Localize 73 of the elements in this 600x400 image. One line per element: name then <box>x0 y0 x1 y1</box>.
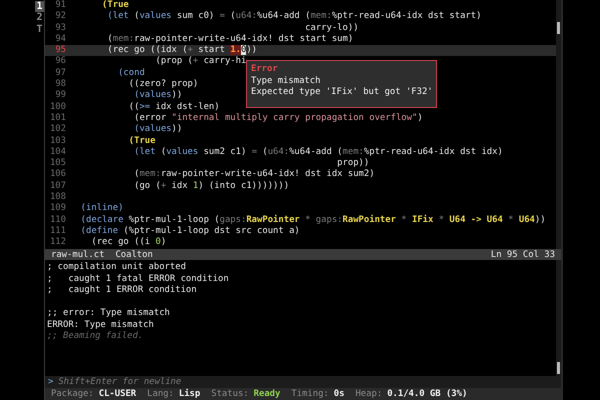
code-line: (error "internal multiply carry propagation overflow") <box>133 112 423 124</box>
tooltip-title: Error <box>251 64 279 76</box>
repl-comment-line: ;; Beaming failed. <box>47 331 144 341</box>
code-line: carry-lo)) <box>304 22 359 34</box>
code-line: (True <box>128 136 156 147</box>
status-label: Status: <box>211 389 249 399</box>
repl-output-line: ;; error: Type mismatch <box>47 308 170 318</box>
status-label: Package: <box>51 389 94 399</box>
line-number: 98 <box>54 79 66 90</box>
scrollbar-thumb[interactable] <box>557 362 560 374</box>
status-value: CL-USER <box>98 389 136 399</box>
line-number: 96 <box>54 56 66 68</box>
line-number: 97 <box>54 68 66 79</box>
code-line: (rec go ((idx (+ start 1.0)) <box>106 45 258 56</box>
line-number: 100 <box>48 102 66 113</box>
buffer-tab[interactable]: 1 <box>35 1 44 12</box>
status-label: Timing: <box>291 389 329 399</box>
code-line: (go (+ idx 1) (into c1))))))) <box>133 180 290 192</box>
line-number: 99 <box>54 90 66 102</box>
code-line: (rec go ((i 0) <box>90 237 166 249</box>
code-line: prop)) <box>336 158 370 169</box>
tooltip-text: Expected type 'IFix' but got 'F32' <box>251 87 432 98</box>
line-number: 93 <box>54 22 66 34</box>
code-line: (prop (+ carry-hi <box>154 56 246 68</box>
code-line: (values)) <box>133 90 182 102</box>
cursor-position: Ln 95 Col 33 <box>490 250 555 260</box>
buffer-tab[interactable]: 2 <box>35 12 44 24</box>
status-label: Lang: <box>147 389 174 399</box>
status-value: 0.1/4.0 GB (3%) <box>387 389 468 399</box>
code-line: ((zero? prop) <box>128 79 198 90</box>
line-number: 103 <box>48 136 66 147</box>
repl-output-line: ERROR: Type mismatch <box>47 320 154 330</box>
code-line: (declare %ptr-mul-1-loop (gaps:RawPointer * gaps:RawPointer * IFix * U64 -> U64 * U64)) <box>80 214 546 226</box>
code-line: (values)) <box>133 124 182 136</box>
status-value: Ready <box>254 389 280 399</box>
line-number: 110 <box>48 214 66 226</box>
code-line: (True <box>101 0 129 11</box>
code-line: (mem:raw-pointer-write-u64-idx! dst start sum) <box>106 34 354 45</box>
repl-input-field[interactable]: Shift+Enter for newline <box>58 377 561 387</box>
line-number: 94 <box>54 34 66 45</box>
scrollbar-thumb[interactable] <box>557 22 560 34</box>
prompt-icon: > <box>48 377 54 387</box>
code-line: (let (values sum c0) = (u64:%u64-add (mem:%ptr-read-u64-idx dst start) <box>106 11 482 23</box>
repl-output-line: ; caught 1 ERROR condition <box>47 285 197 295</box>
line-number: 111 <box>48 226 66 237</box>
code-line: (define (%ptr-mul-1-loop dst src count a) <box>80 226 300 237</box>
line-number: 107 <box>48 180 66 192</box>
line-number: 109 <box>48 203 66 215</box>
line-number: 101 <box>48 112 66 124</box>
line-number: 102 <box>48 124 66 136</box>
line-number: 105 <box>48 158 66 169</box>
buffer-tab[interactable]: T <box>35 24 44 35</box>
line-number: 104 <box>48 146 66 158</box>
code-line: (let (values sum2 c1) = (u64:%u64-add (mem:%ptr-read-u64-idx dst idx) <box>133 146 503 158</box>
line-number: 92 <box>54 11 66 23</box>
repl-output-line: ; caught 1 fatal ERROR condition <box>47 274 229 284</box>
mode-name: Coalton <box>115 250 153 260</box>
line-number: 108 <box>48 192 66 203</box>
status-value: 0s <box>334 389 344 399</box>
code-line: ((>= idx dst-len) <box>128 102 220 113</box>
line-number: 112 <box>48 237 66 249</box>
code-line: (inline) <box>80 203 124 215</box>
file-name: raw-mul.ct <box>51 250 104 260</box>
tooltip-text: Type mismatch <box>251 76 322 87</box>
line-number: 91 <box>54 0 66 11</box>
repl-input-field[interactable]: > Shift+Enter for newline <box>45 376 561 388</box>
repl-output-line: ; compilation unit aborted <box>47 262 186 272</box>
line-number: 95 <box>54 45 66 56</box>
line-number: 106 <box>48 169 66 181</box>
status-label: Heap: <box>355 389 382 399</box>
status-value: Lisp <box>178 389 200 399</box>
code-line: (cond <box>117 68 145 79</box>
code-line: (mem:raw-pointer-write-u64-idx! dst idx sum2) <box>133 169 375 181</box>
